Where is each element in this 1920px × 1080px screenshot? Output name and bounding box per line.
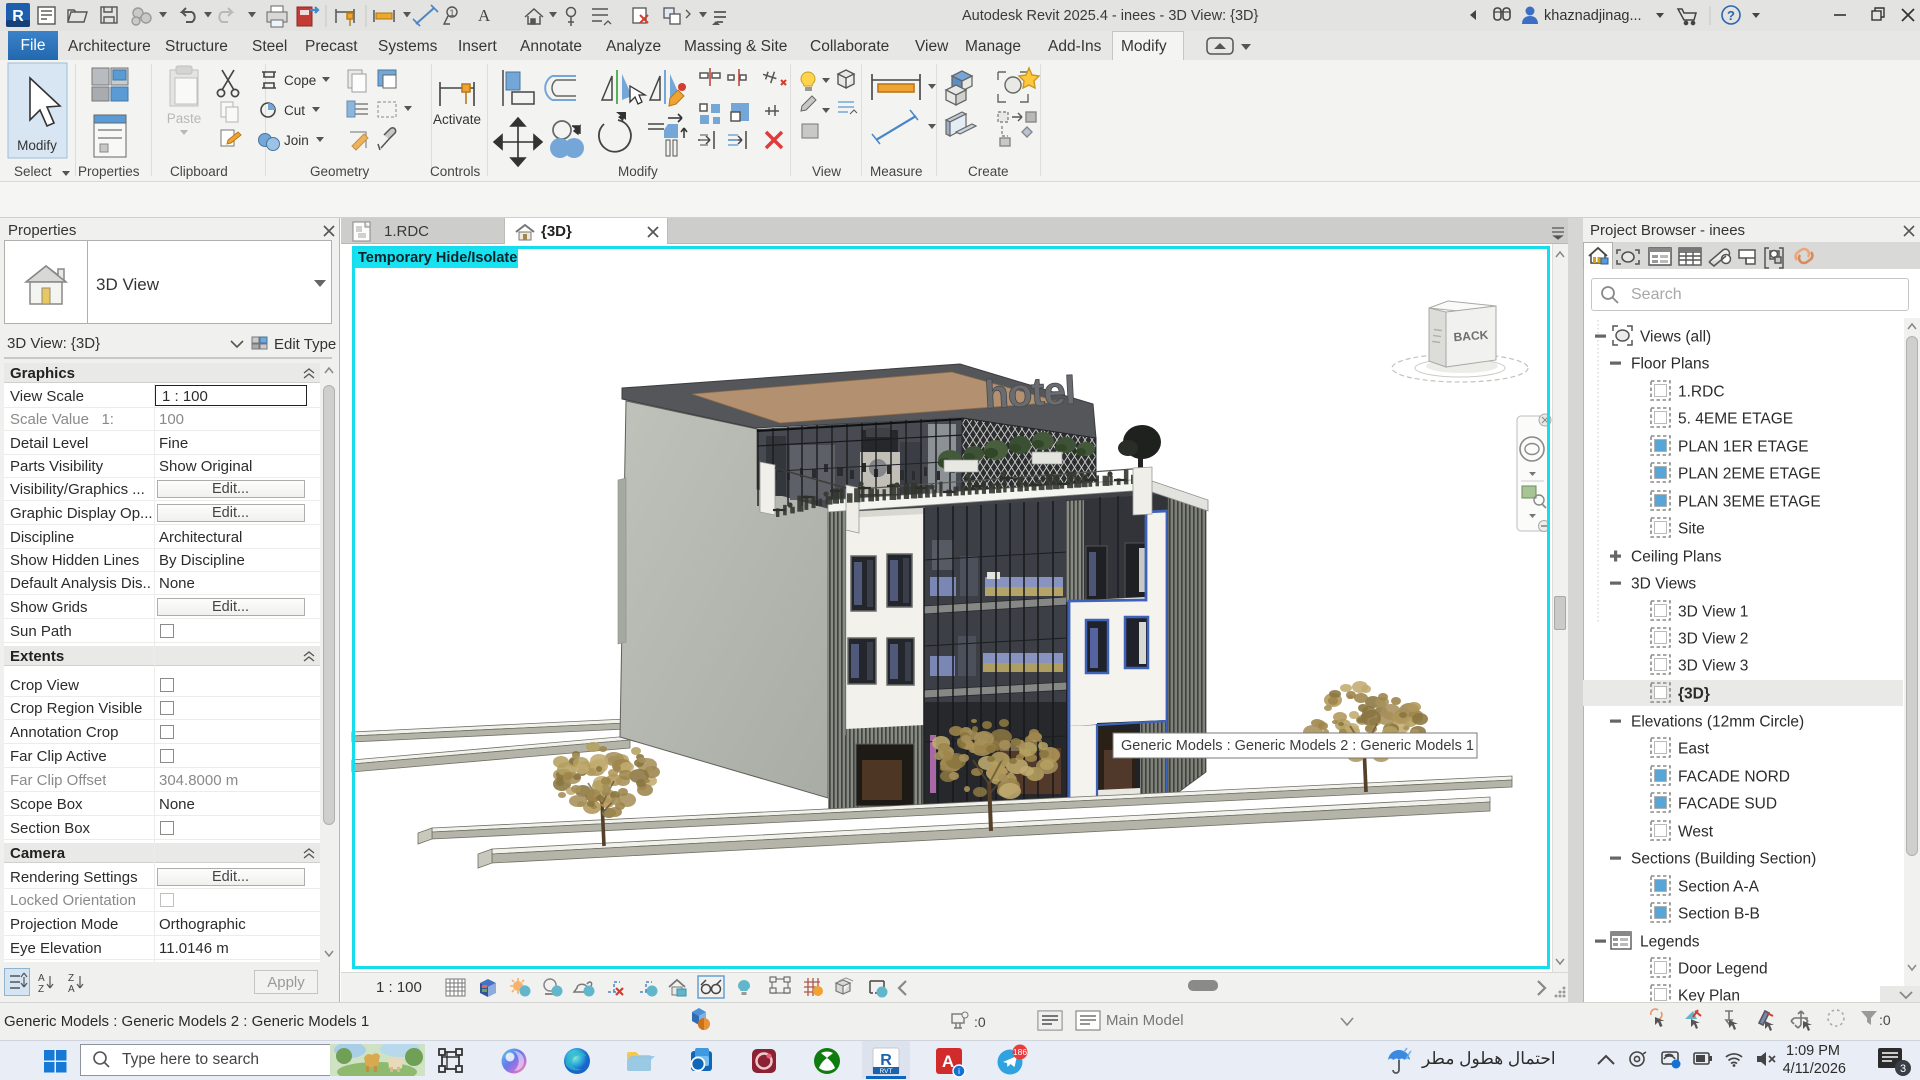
svg-text:PLAN 3EME ETAGE: PLAN 3EME ETAGE (1678, 494, 1821, 511)
svg-text:186: 186 (1013, 1047, 1027, 1057)
svg-text:3D View 1: 3D View 1 (1678, 604, 1748, 621)
svg-text:3D View 3: 3D View 3 (1678, 658, 1748, 675)
svg-text:?: ? (1727, 8, 1735, 23)
svg-text:3D View 2: 3D View 2 (1678, 631, 1748, 648)
svg-text::0: :0 (974, 1014, 986, 1030)
svg-text:Legends: Legends (1640, 934, 1700, 951)
svg-text:1.RDC: 1.RDC (1678, 384, 1725, 401)
svg-text:Section B-B: Section B-B (1678, 906, 1760, 923)
svg-text:RVT: RVT (880, 1068, 893, 1075)
svg-text:R: R (880, 1052, 892, 1069)
svg-text:khaznadjinag...: khaznadjinag... (1544, 8, 1642, 24)
svg-text:PLAN 1ER ETAGE: PLAN 1ER ETAGE (1678, 439, 1809, 456)
svg-text:Join: Join (284, 133, 309, 148)
svg-text:Z: Z (68, 973, 74, 984)
svg-text:1: 1 (449, 8, 454, 18)
svg-text:Site: Site (1678, 521, 1705, 538)
svg-text:East: East (1678, 741, 1710, 758)
svg-text:A: A (478, 6, 491, 25)
svg-text:Floor Plans: Floor Plans (1631, 356, 1710, 373)
svg-text:3: 3 (1900, 1063, 1906, 1075)
svg-text:Door Legend: Door Legend (1678, 961, 1768, 978)
svg-text:A: A (68, 984, 75, 995)
svg-text:Elevations (12mm Circle): Elevations (12mm Circle) (1631, 714, 1804, 731)
svg-text:5. 4EME ETAGE: 5. 4EME ETAGE (1678, 411, 1793, 428)
svg-text:Paste: Paste (167, 111, 202, 126)
svg-text:Cut: Cut (284, 103, 305, 118)
svg-text:Ceiling Plans: Ceiling Plans (1631, 549, 1722, 566)
svg-text:i: i (958, 1067, 960, 1076)
svg-text:Sections (Building Section): Sections (Building Section) (1631, 851, 1816, 868)
svg-text:Cope: Cope (284, 73, 316, 88)
svg-text:Section A-A: Section A-A (1678, 879, 1760, 896)
svg-text:3D Views: 3D Views (1631, 576, 1696, 593)
svg-text:Views (all): Views (all) (1640, 329, 1711, 346)
svg-text:R: R (12, 8, 24, 25)
svg-text:A: A (38, 973, 45, 984)
svg-text:Modify: Modify (17, 138, 57, 153)
svg-text:{3D}: {3D} (1678, 686, 1710, 703)
svg-text::0: :0 (1879, 1012, 1891, 1028)
svg-text:Z: Z (38, 984, 44, 995)
svg-text:FACADE SUD: FACADE SUD (1678, 796, 1777, 813)
svg-text:Activate: Activate (433, 112, 481, 127)
svg-text:West: West (1678, 824, 1714, 841)
svg-text:FACADE NORD: FACADE NORD (1678, 769, 1790, 786)
svg-text:PLAN 2EME ETAGE: PLAN 2EME ETAGE (1678, 466, 1821, 483)
svg-text:A: A (942, 1052, 954, 1071)
